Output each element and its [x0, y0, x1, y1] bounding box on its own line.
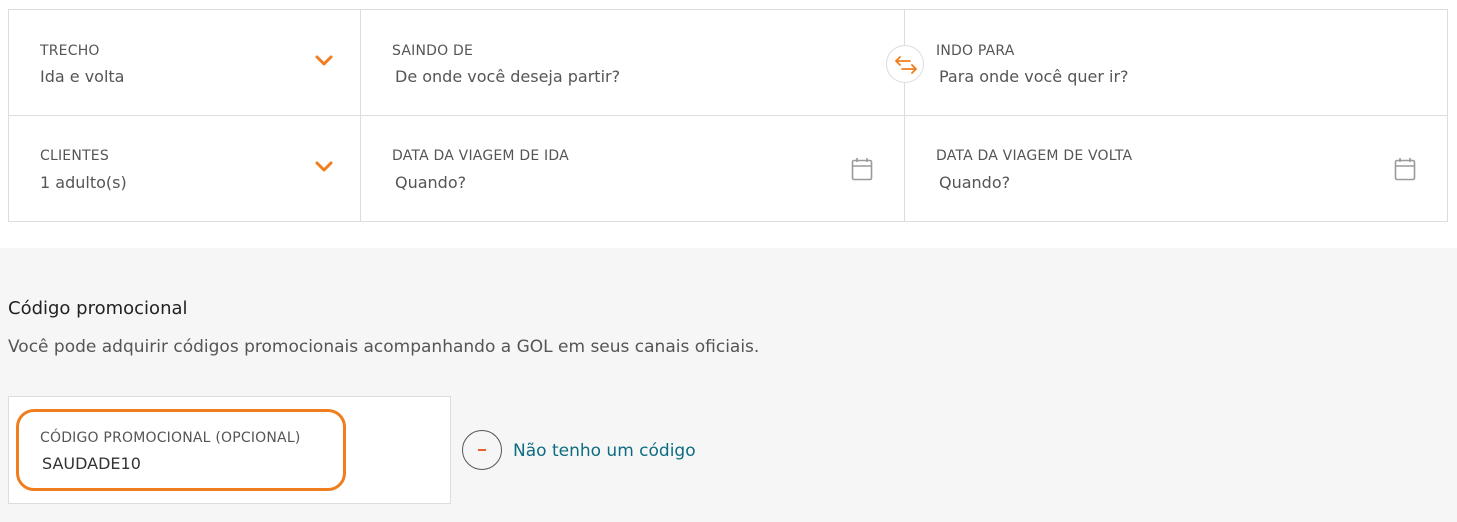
data-volta-label: DATA DA VIAGEM DE VOLTA	[936, 148, 1133, 164]
data-ida-label: DATA DA VIAGEM DE IDA	[392, 148, 569, 164]
promo-title: Código promocional	[8, 298, 188, 319]
data-ida-field[interactable]: DATA DA VIAGEM DE IDA Quando?	[361, 116, 905, 221]
data-volta-field[interactable]: DATA DA VIAGEM DE VOLTA Quando?	[905, 116, 1447, 221]
saindo-de-placeholder: De onde você deseja partir?	[395, 67, 621, 86]
saindo-de-field[interactable]: SAINDO DE De onde você deseja partir?	[361, 10, 905, 116]
promo-code-section: Código promocional Você pode adquirir có…	[0, 248, 1457, 522]
chevron-down-icon	[315, 161, 333, 172]
clientes-value: 1 adulto(s)	[40, 173, 127, 192]
clientes-select[interactable]: CLIENTES 1 adulto(s)	[9, 116, 361, 221]
chevron-down-icon	[315, 55, 333, 66]
no-code-label[interactable]: Não tenho um código	[513, 441, 696, 461]
promo-code-label: CÓDIGO PROMOCIONAL (OPCIONAL)	[40, 430, 301, 446]
indo-para-field[interactable]: INDO PARA Para onde você quer ir?	[905, 10, 1447, 116]
flight-search-form: TRECHO Ida e volta SAINDO DE De onde voc…	[8, 9, 1448, 222]
promo-description: Você pode adquirir códigos promocionais …	[8, 337, 760, 357]
trecho-value: Ida e volta	[40, 67, 125, 86]
calendar-icon	[1394, 158, 1416, 181]
swap-button[interactable]	[886, 45, 924, 83]
calendar-icon	[851, 158, 873, 181]
indo-para-placeholder: Para onde você quer ir?	[939, 67, 1129, 86]
swap-arrows-icon	[895, 56, 917, 74]
data-ida-placeholder: Quando?	[395, 173, 467, 192]
trecho-label: TRECHO	[40, 43, 100, 59]
clientes-label: CLIENTES	[40, 148, 109, 164]
indo-para-label: INDO PARA	[936, 43, 1015, 59]
promo-code-field[interactable]: CÓDIGO PROMOCIONAL (OPCIONAL)	[8, 396, 451, 504]
promo-code-input[interactable]	[42, 454, 302, 473]
trecho-select[interactable]: TRECHO Ida e volta	[9, 10, 361, 116]
saindo-de-label: SAINDO DE	[392, 43, 474, 59]
promo-highlight-outline	[16, 409, 346, 491]
data-volta-placeholder: Quando?	[939, 173, 1011, 192]
minus-circle-icon[interactable]	[462, 430, 502, 470]
